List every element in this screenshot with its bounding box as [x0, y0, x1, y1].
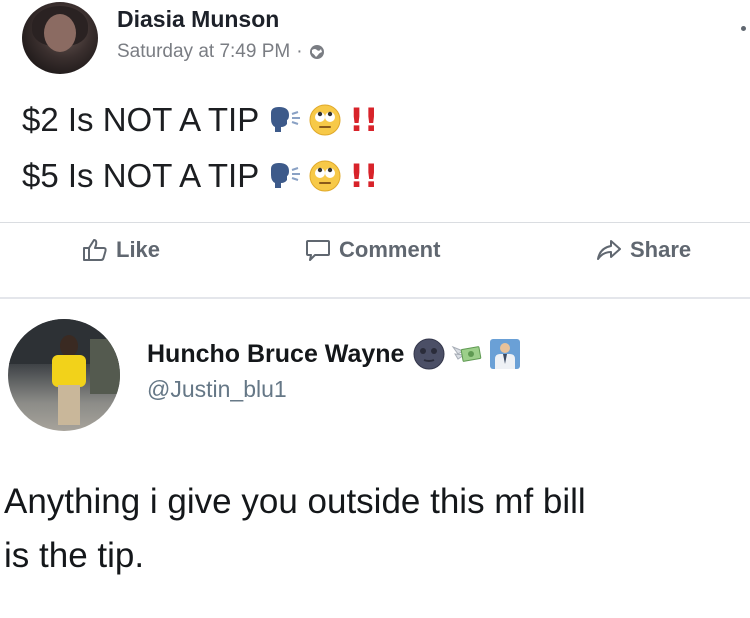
thumbs-up-icon — [83, 239, 107, 261]
post-action-bar: Like Comment Share — [0, 222, 750, 287]
tweet-author-avatar[interactable] — [8, 319, 120, 431]
comment-button[interactable]: Comment — [305, 237, 440, 263]
face-with-rolling-eyes-icon — [309, 104, 341, 136]
face-with-rolling-eyes-icon — [309, 160, 341, 192]
tweet-text-line: is the tip. — [4, 536, 145, 575]
speaking-head-icon — [271, 107, 301, 132]
post-line-text: $5 Is NOT A TIP — [22, 157, 260, 194]
share-button[interactable]: Share — [596, 237, 691, 263]
new-moon-face-icon — [413, 338, 445, 370]
double-exclamation: !! — [349, 157, 379, 195]
share-arrow-icon — [597, 240, 621, 260]
more-options-icon[interactable] — [741, 26, 746, 31]
post-line-text: $2 Is NOT A TIP — [22, 101, 260, 138]
tweet-display-name[interactable]: Huncho Bruce Wayne — [147, 340, 404, 369]
money-with-wings-icon — [452, 345, 482, 362]
tweet: Huncho Bruce Wayne @Justin_blu1 Anything… — [0, 299, 750, 618]
post-line: $5 Is NOT A TIP !! — [22, 148, 378, 204]
like-button[interactable]: Like — [82, 237, 160, 263]
comment-label: Comment — [339, 237, 441, 262]
tweet-text-line: Anything i give you outside this mf bill — [4, 482, 586, 521]
post-timestamp[interactable]: Saturday at 7:49 PM — [117, 41, 290, 63]
meta-separator: · — [296, 41, 303, 62]
post-author-name[interactable]: Diasia Munson — [117, 6, 279, 33]
man-in-business-suit-icon — [490, 339, 521, 369]
post-meta: Saturday at 7:49 PM · — [117, 41, 325, 63]
tweet-author-name-row: Huncho Bruce Wayne — [147, 337, 522, 371]
post-line: $2 Is NOT A TIP !! — [22, 92, 378, 148]
speaking-head-icon — [271, 163, 301, 188]
tweet-text: Anything i give you outside this mf bill… — [4, 475, 750, 583]
tweet-handle[interactable]: @Justin_blu1 — [147, 376, 287, 403]
facebook-post: Diasia Munson Saturday at 7:49 PM · $2 I… — [0, 0, 750, 298]
post-body: $2 Is NOT A TIP !! $5 Is NOT A TIP !! — [22, 92, 378, 204]
double-exclamation: !! — [349, 101, 379, 139]
share-label: Share — [630, 237, 692, 262]
speech-bubble-icon — [306, 240, 330, 261]
like-label: Like — [116, 237, 161, 262]
author-avatar[interactable] — [22, 2, 98, 74]
globe-icon[interactable] — [309, 44, 325, 60]
